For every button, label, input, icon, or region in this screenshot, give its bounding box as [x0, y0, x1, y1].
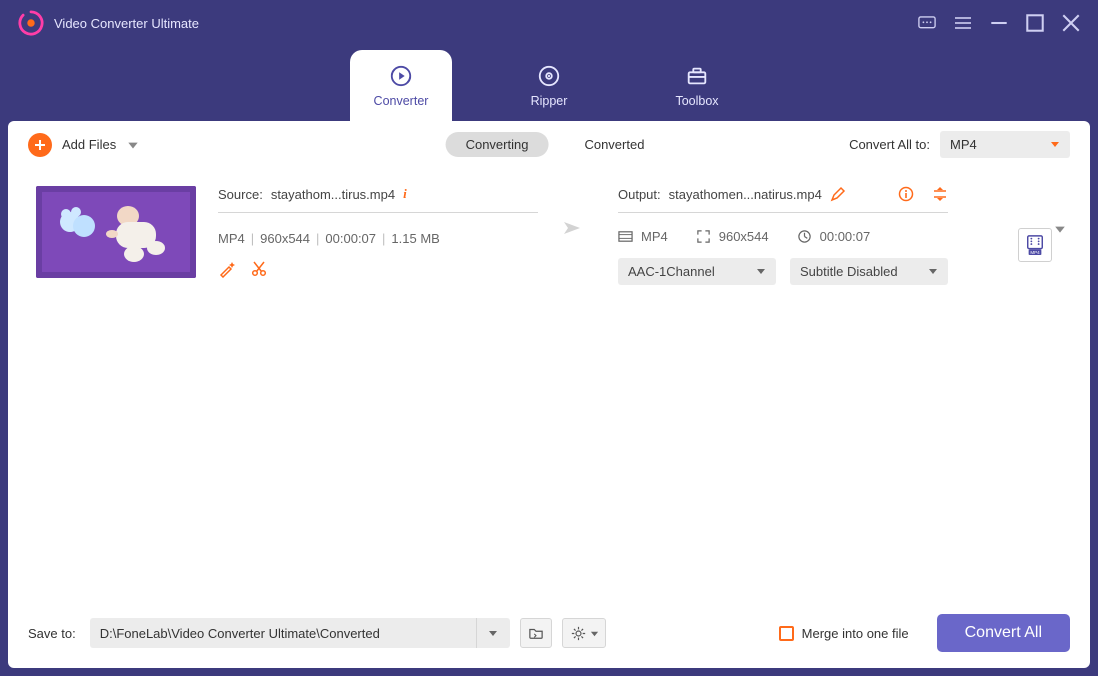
ripper-icon: [537, 64, 561, 88]
source-duration: 00:00:07: [325, 231, 376, 246]
tab-toolbox-label: Toolbox: [675, 94, 718, 108]
info-icon[interactable]: i: [403, 186, 407, 202]
cut-icon[interactable]: [250, 260, 268, 278]
checkbox-icon: [779, 626, 794, 641]
app-logo: [18, 10, 44, 36]
toolbox-icon: [685, 64, 709, 88]
file-item: Source: stayathom...tirus.mp4 i MP4| 960…: [8, 168, 1090, 303]
add-files-button[interactable]: Add Files: [28, 133, 140, 157]
out-duration: 00:00:07: [820, 229, 871, 244]
duration-icon: [797, 229, 812, 244]
tab-ripper[interactable]: Ripper: [498, 50, 600, 122]
out-format: MP4: [641, 229, 668, 244]
save-to-label: Save to:: [28, 626, 76, 641]
converted-tab[interactable]: Converted: [576, 132, 652, 157]
output-label: Output:: [618, 187, 661, 202]
menu-icon[interactable]: [954, 15, 972, 31]
maximize-icon[interactable]: [1026, 15, 1044, 31]
svg-text:MP4: MP4: [1030, 250, 1040, 255]
merge-checkbox[interactable]: Merge into one file: [779, 626, 909, 641]
chevron-down-icon: [756, 264, 766, 279]
source-filename: stayathom...tirus.mp4: [271, 187, 395, 202]
chevron-down-icon[interactable]: [126, 138, 140, 152]
subtitle-select-value: Subtitle Disabled: [800, 264, 898, 279]
audio-select[interactable]: AAC-1Channel: [618, 258, 776, 285]
source-format: MP4: [218, 231, 245, 246]
output-format-value: MP4: [950, 137, 977, 152]
feedback-icon[interactable]: [918, 15, 936, 31]
subtitle-select[interactable]: Subtitle Disabled: [790, 258, 948, 285]
audio-select-value: AAC-1Channel: [628, 264, 715, 279]
video-format-icon: [618, 229, 633, 244]
edit-icon[interactable]: [830, 186, 846, 202]
chevron-down-icon: [1050, 137, 1060, 152]
chevron-down-icon: [928, 264, 938, 279]
chevron-down-icon[interactable]: [476, 618, 510, 648]
merge-label: Merge into one file: [802, 626, 909, 641]
plus-icon: [28, 133, 52, 157]
tab-toolbox[interactable]: Toolbox: [646, 50, 748, 122]
save-path-select[interactable]: D:\FoneLab\Video Converter Ultimate\Conv…: [90, 618, 510, 648]
app-title: Video Converter Ultimate: [54, 16, 199, 31]
arrow-icon: [560, 218, 588, 241]
source-resolution: 960x544: [260, 231, 310, 246]
close-icon[interactable]: [1062, 15, 1080, 31]
tab-converter[interactable]: Converter: [350, 50, 452, 122]
source-label: Source:: [218, 187, 263, 202]
save-path-text: D:\FoneLab\Video Converter Ultimate\Conv…: [90, 620, 476, 647]
convert-all-button[interactable]: Convert All: [937, 614, 1070, 652]
source-size: 1.15 MB: [391, 231, 439, 246]
compress-icon[interactable]: [932, 186, 948, 202]
output-filename: stayathomen...natirus.mp4: [669, 187, 822, 202]
chevron-down-icon[interactable]: [1054, 223, 1066, 238]
settings-button[interactable]: [562, 618, 606, 648]
profile-button[interactable]: MP4: [1018, 228, 1052, 262]
browse-folder-button[interactable]: [520, 618, 552, 648]
output-info-icon[interactable]: [898, 186, 914, 202]
resolution-icon: [696, 229, 711, 244]
effects-icon[interactable]: [218, 260, 236, 278]
convert-all-to-label: Convert All to:: [849, 137, 930, 152]
video-thumbnail[interactable]: [36, 186, 196, 278]
converting-tab[interactable]: Converting: [446, 132, 549, 157]
tab-converter-label: Converter: [374, 94, 429, 108]
tab-ripper-label: Ripper: [531, 94, 568, 108]
output-format-select[interactable]: MP4: [940, 131, 1070, 158]
converter-icon: [389, 64, 413, 88]
minimize-icon[interactable]: [990, 15, 1008, 31]
add-files-label: Add Files: [62, 137, 116, 152]
out-resolution: 960x544: [719, 229, 769, 244]
